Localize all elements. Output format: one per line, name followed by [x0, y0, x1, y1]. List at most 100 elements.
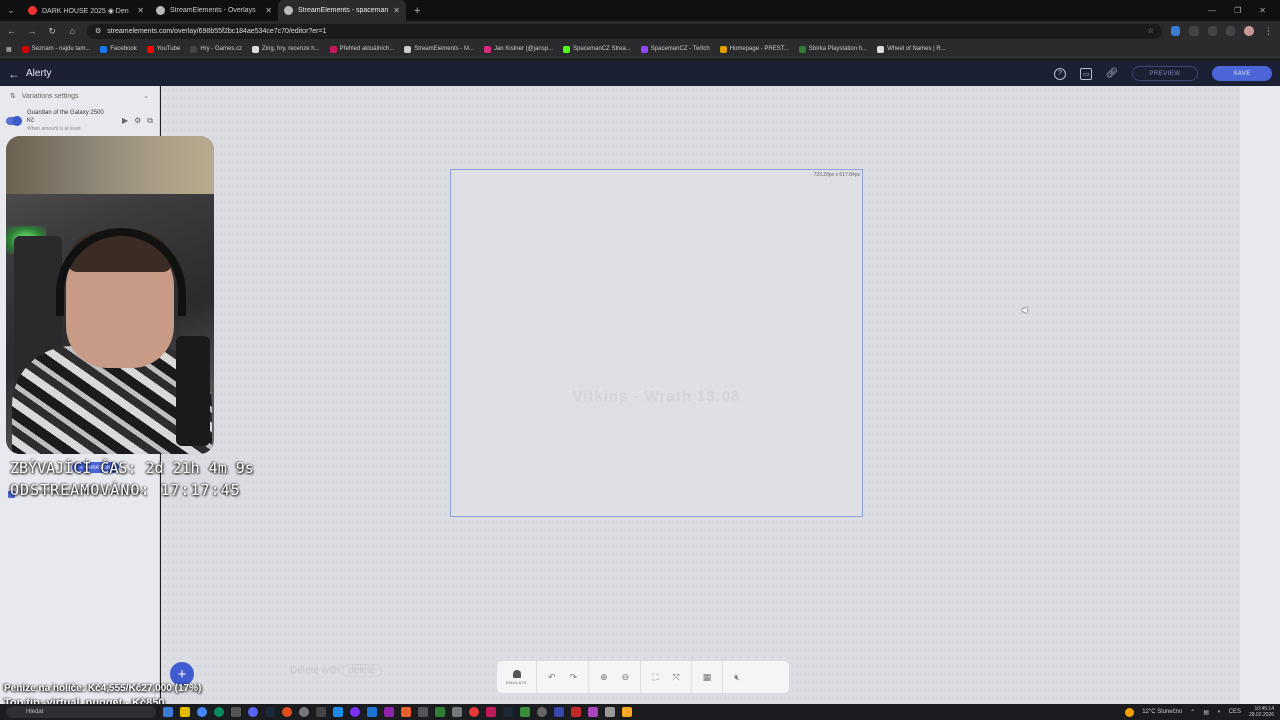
- back-icon[interactable]: ←: [6, 26, 17, 36]
- bookmark-item[interactable]: Hry - Games.cz: [190, 45, 242, 53]
- chevron-down-icon[interactable]: ⌄: [143, 92, 149, 100]
- app-icon[interactable]: [486, 707, 496, 717]
- app-icon[interactable]: [367, 707, 377, 717]
- profile-avatar[interactable]: [1244, 26, 1254, 36]
- variation-toggle[interactable]: [6, 116, 22, 126]
- extension-icon[interactable]: [1170, 26, 1181, 36]
- app-icon[interactable]: [350, 707, 360, 717]
- app-icon[interactable]: [418, 707, 428, 717]
- app-icon[interactable]: [401, 707, 411, 717]
- forward-icon[interactable]: →: [26, 26, 37, 36]
- taskbar-search-input[interactable]: Hledat: [6, 706, 156, 718]
- bookmark-item[interactable]: Wheel of Names | R...: [877, 45, 946, 53]
- bookmark-item[interactable]: Facebook: [100, 45, 137, 53]
- app-icon[interactable]: [520, 707, 530, 717]
- app-icon[interactable]: [299, 707, 309, 717]
- taskbar-app-icon[interactable]: [163, 707, 173, 717]
- fit-screen-icon[interactable]: ⤧: [673, 672, 680, 683]
- steam-icon[interactable]: [265, 707, 275, 717]
- monitor-icon[interactable]: ▭: [1080, 67, 1092, 80]
- app-icon[interactable]: [282, 707, 292, 717]
- fullscreen-icon[interactable]: ⛶: [652, 672, 658, 683]
- bookmark-favicon-icon: [877, 45, 885, 53]
- bookmark-item[interactable]: SpacemanCZ Strea...: [563, 45, 631, 53]
- obs-icon[interactable]: [231, 707, 241, 717]
- emulate-button[interactable]: EMULATE: [497, 661, 537, 693]
- close-tab-icon[interactable]: ✕: [265, 6, 272, 15]
- bookmark-item[interactable]: Sbírka Playstation h...: [798, 45, 867, 53]
- tab-menu-icon[interactable]: ⌄: [0, 0, 22, 21]
- url-input[interactable]: ⚙ streamelements.com/overlay/698b55f2bc1…: [86, 23, 1162, 39]
- restore-icon[interactable]: ❐: [1234, 6, 1241, 15]
- app-icon[interactable]: [333, 707, 343, 717]
- close-tab-icon[interactable]: ✕: [393, 6, 400, 15]
- editor-canvas[interactable]: 723.20px x 617.84px Vitkins - Wrath 13:0…: [161, 86, 1240, 704]
- bookmark-item[interactable]: Seznam - najdu tam...: [21, 45, 90, 53]
- network-icon[interactable]: ▤: [1203, 709, 1209, 716]
- mute-icon[interactable]: 🔇︎: [734, 672, 740, 683]
- app-icon[interactable]: [384, 707, 394, 717]
- new-tab-icon[interactable]: +: [406, 5, 428, 17]
- close-window-icon[interactable]: ✕: [1259, 6, 1266, 15]
- app-icon[interactable]: [571, 707, 581, 717]
- grid-icon[interactable]: ▦: [703, 672, 712, 683]
- browser-menu-icon[interactable]: ⋮: [1263, 26, 1274, 37]
- delete-key: delete: [342, 664, 382, 677]
- gear-icon[interactable]: ⚙: [134, 116, 141, 126]
- app-icon[interactable]: [588, 707, 598, 717]
- variation-item[interactable]: Guardian of the Galaxy 2500 Kč When amou…: [0, 106, 159, 136]
- download-icon[interactable]: [1226, 26, 1236, 36]
- apps-grid-icon[interactable]: ▦: [6, 46, 12, 53]
- site-info-icon[interactable]: ⚙: [95, 27, 101, 35]
- chrome-icon[interactable]: [197, 707, 207, 717]
- redo-icon[interactable]: ↷: [570, 672, 578, 683]
- bookmark-item[interactable]: StreamElements - M...: [404, 45, 474, 53]
- preview-button[interactable]: PREVIEW: [1132, 66, 1198, 81]
- copy-icon[interactable]: ⧉: [147, 116, 153, 126]
- clock[interactable]: 10:45:14 28.02.2026: [1249, 706, 1274, 718]
- browser-tab[interactable]: StreamElements - Overlays ✕: [150, 0, 278, 21]
- language-indicator[interactable]: CES: [1229, 709, 1241, 715]
- back-arrow-icon[interactable]: ←: [8, 67, 26, 81]
- undo-icon[interactable]: ↶: [548, 672, 556, 683]
- app-icon[interactable]: [316, 707, 326, 717]
- bookmark-label: Přehled aktuálních...: [339, 46, 395, 52]
- browser-tab[interactable]: DARK HOUSE 2025 ◉ Den ✕: [22, 0, 150, 21]
- app-icon[interactable]: [537, 707, 547, 717]
- close-tab-icon[interactable]: ✕: [137, 6, 144, 15]
- variations-settings-header[interactable]: ⇅ Variations settings ⌄: [0, 86, 159, 106]
- file-explorer-icon[interactable]: [180, 707, 190, 717]
- widget-frame[interactable]: 723.20px x 617.84px Vitkins - Wrath 13:0…: [450, 169, 863, 517]
- extension-icon[interactable]: [1189, 26, 1199, 36]
- home-icon[interactable]: ⌂: [67, 26, 78, 36]
- volume-icon[interactable]: ◖: [1217, 709, 1221, 715]
- zoom-out-icon[interactable]: ⊖: [622, 672, 630, 683]
- app-icon[interactable]: [554, 707, 564, 717]
- app-icon[interactable]: [435, 707, 445, 717]
- bookmark-item[interactable]: SpacemanCZ - Twitch: [640, 45, 710, 53]
- extensions-puzzle-icon[interactable]: [1207, 26, 1218, 36]
- app-icon[interactable]: [503, 707, 513, 717]
- bookmark-item[interactable]: Zing, hry, recenze h...: [251, 45, 320, 53]
- app-icon[interactable]: [605, 707, 615, 717]
- help-icon[interactable]: ?: [1054, 67, 1066, 80]
- tray-chevron-icon[interactable]: ⌃: [1190, 709, 1195, 716]
- app-icon[interactable]: [622, 707, 632, 717]
- play-icon[interactable]: ▶: [122, 116, 128, 126]
- edge-icon[interactable]: [214, 707, 224, 717]
- browser-tab-active[interactable]: StreamElements - spacemancz ✕: [278, 0, 406, 21]
- bookmark-star-icon[interactable]: ☆: [1148, 27, 1154, 35]
- weather-text[interactable]: 12°C Slunečno: [1142, 709, 1182, 715]
- discord-icon[interactable]: [248, 707, 258, 717]
- bookmark-item[interactable]: YouTube: [146, 45, 180, 53]
- minimize-icon[interactable]: —: [1208, 6, 1216, 15]
- link-icon[interactable]: 🔗︎: [1106, 68, 1119, 80]
- zoom-in-icon[interactable]: ⊕: [600, 672, 608, 683]
- app-icon[interactable]: [452, 707, 462, 717]
- bookmark-item[interactable]: Jan Kistner (@jansp...: [483, 45, 553, 53]
- app-icon[interactable]: [469, 707, 479, 717]
- bookmark-item[interactable]: Přehled aktuálních...: [329, 45, 395, 53]
- bookmark-item[interactable]: Homepage - PREST...: [719, 45, 789, 53]
- reload-icon[interactable]: ↻: [46, 26, 57, 37]
- save-button[interactable]: SAVE: [1212, 66, 1272, 81]
